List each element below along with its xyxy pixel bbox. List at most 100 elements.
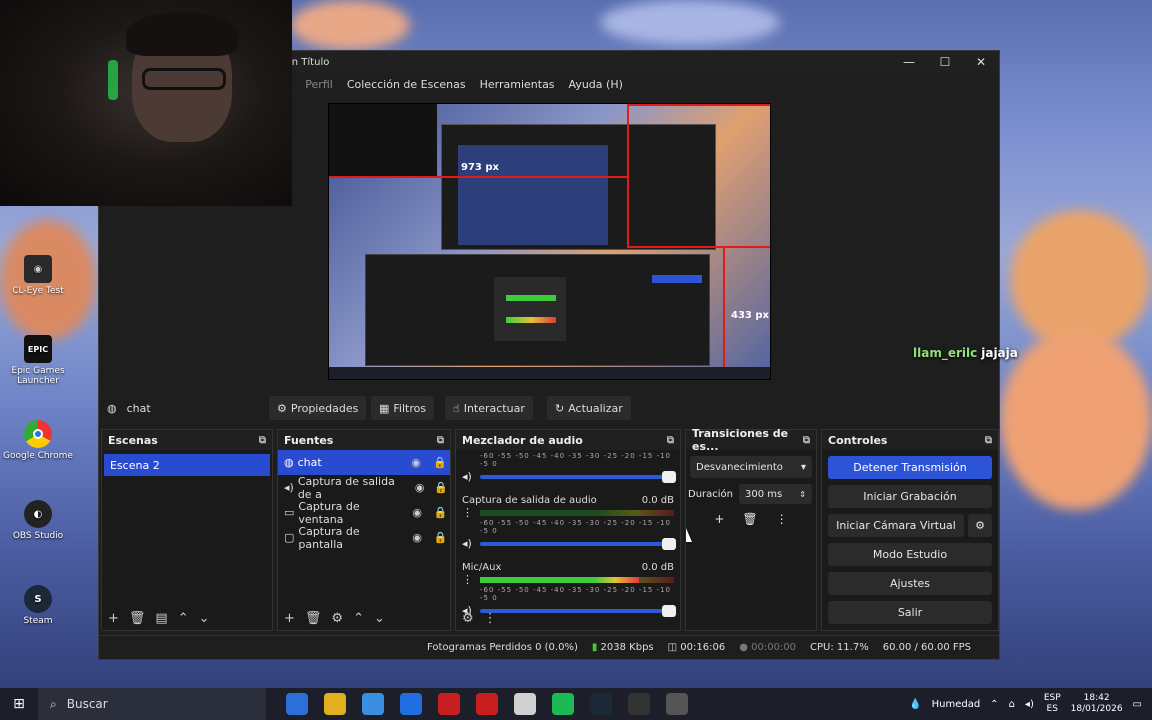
kebab-icon[interactable]: ⋮ <box>462 506 476 519</box>
taskbar-app-icon[interactable] <box>476 693 498 715</box>
lock-icon[interactable]: 🔒 <box>431 531 450 544</box>
measure-line-vertical <box>723 248 725 379</box>
source-label: Captura de salida de a <box>297 474 395 501</box>
chevron-up-icon[interactable]: ⌃ <box>990 699 998 710</box>
transition-select[interactable]: Desvanecimiento ▾ <box>690 456 812 478</box>
taskbar-app-icon[interactable] <box>362 693 384 715</box>
trash-icon[interactable]: 🗑 <box>742 512 757 526</box>
windows-start-icon[interactable]: ⊞ <box>0 696 38 712</box>
up-icon[interactable]: ⌃ <box>353 611 364 626</box>
undock-icon[interactable]: ⧉ <box>803 435 810 446</box>
desktop-icon-steam[interactable]: S Steam <box>3 585 73 626</box>
taskbar-app-icon[interactable] <box>590 693 612 715</box>
source-item-display-capture[interactable]: ▢ Captura de pantalla ◉ 🔒 <box>278 525 450 551</box>
volume-icon[interactable]: ◂) <box>1025 699 1034 710</box>
undock-icon[interactable]: ⧉ <box>667 435 674 446</box>
undock-icon[interactable]: ⧉ <box>259 435 266 446</box>
lock-icon[interactable]: 🔒 <box>430 456 450 469</box>
eye-icon[interactable]: ◉ <box>411 481 429 494</box>
minimize-icon[interactable]: — <box>891 55 927 69</box>
speaker-icon[interactable]: ◂) <box>462 470 472 483</box>
menu-item-profile[interactable]: Perfil <box>305 78 333 91</box>
eye-icon[interactable]: ◉ <box>406 456 426 469</box>
add-icon[interactable]: + <box>108 611 119 626</box>
rec-time-value: 00:00:00 <box>751 642 797 653</box>
trash-icon[interactable]: 🗑 <box>305 611 322 626</box>
weather-icon: 💧 <box>909 698 922 710</box>
lang-top: ESP <box>1043 693 1061 703</box>
taskbar-app-icon[interactable] <box>666 693 688 715</box>
menu-item-scene-collection[interactable]: Colección de Escenas <box>347 78 466 91</box>
taskbar-app-icon[interactable] <box>552 693 574 715</box>
preview-canvas[interactable]: 973 px 433 px <box>328 103 771 380</box>
menu-item-help[interactable]: Ayuda (H) <box>569 78 623 91</box>
add-icon[interactable]: + <box>284 611 295 626</box>
undock-icon[interactable]: ⧉ <box>437 435 444 446</box>
stream-time-value: 00:16:06 <box>680 642 726 653</box>
refresh-label: Actualizar <box>568 401 623 415</box>
desktop-icon-obs[interactable]: ◐ OBS Studio <box>3 500 73 541</box>
gear-icon[interactable]: ⚙ <box>968 514 992 537</box>
taskbar-app-icon[interactable] <box>324 693 346 715</box>
gear-icon[interactable]: ⚙ <box>462 611 474 626</box>
close-icon[interactable]: ✕ <box>963 55 999 69</box>
notification-icon[interactable]: ▭ <box>1133 699 1142 710</box>
kebab-icon[interactable]: ⋮ <box>484 611 497 626</box>
gear-icon[interactable]: ⚙ <box>331 611 343 626</box>
kebab-icon[interactable]: ⋮ <box>776 512 788 526</box>
duration-input[interactable]: 300 ms ⇕ <box>739 484 812 504</box>
taskbar-app-icon[interactable] <box>438 693 460 715</box>
desktop-icon-cl-eye[interactable]: ◉ CL-Eye Test <box>3 255 73 296</box>
taskbar-app-icon[interactable] <box>286 693 308 715</box>
source-item-audio-output[interactable]: ◂) Captura de salida de a ◉ 🔒 <box>278 474 450 501</box>
taskbar-app-icon[interactable] <box>514 693 536 715</box>
language-indicator[interactable]: ESP ES <box>1044 693 1061 715</box>
add-icon[interactable]: + <box>714 512 724 526</box>
down-icon[interactable]: ⌄ <box>199 611 210 626</box>
sources-footer: + 🗑 ⚙ ⌃ ⌄ <box>278 611 385 626</box>
refresh-button[interactable]: ↻ Actualizar <box>547 396 631 420</box>
kebab-icon[interactable]: ⋮ <box>462 573 476 586</box>
properties-button[interactable]: ⚙ Propiedades <box>269 396 367 420</box>
taskbar-search[interactable]: ⌕ Buscar <box>38 688 266 720</box>
nested-webcam <box>329 104 437 176</box>
settings-button[interactable]: Ajustes <box>828 572 992 595</box>
eye-icon[interactable]: ◉ <box>408 506 427 519</box>
desktop-icon-chrome[interactable]: Google Chrome <box>3 420 73 461</box>
volume-slider[interactable]: ◂) <box>462 537 676 550</box>
source-item-window-capture[interactable]: ▭ Captura de ventana ◉ 🔒 <box>278 500 450 526</box>
desktop-icon-epic[interactable]: EPIC Epic Games Launcher <box>3 335 73 386</box>
transition-actions: + 🗑 ⋮ <box>686 512 816 526</box>
source-item-chat[interactable]: ◍ chat ◉ 🔒 <box>278 450 450 475</box>
chrome-icon <box>24 420 52 448</box>
menu-item-tools[interactable]: Herramientas <box>480 78 555 91</box>
transitions-title: Transiciones de es... <box>692 427 789 453</box>
exit-button[interactable]: Salir <box>828 601 992 624</box>
up-icon[interactable]: ⌃ <box>178 611 189 626</box>
undock-icon[interactable]: ⧉ <box>985 435 992 446</box>
stop-streaming-button[interactable]: Detener Transmisión <box>828 456 992 479</box>
scene-item[interactable]: Escena 2 <box>104 454 270 476</box>
interact-button[interactable]: ☝ Interactuar <box>445 396 533 420</box>
filter-icon[interactable]: ▤ <box>155 611 167 626</box>
stepper-icon[interactable]: ⇕ <box>799 490 806 499</box>
volume-slider[interactable]: ◂) <box>462 470 676 483</box>
taskbar-app-icon[interactable] <box>400 693 422 715</box>
filter-icon: ▦ <box>379 401 390 415</box>
taskbar-app-icon[interactable] <box>628 693 650 715</box>
start-recording-button[interactable]: Iniciar Grabación <box>828 485 992 508</box>
clock[interactable]: 18:42 18/01/2026 <box>1071 693 1123 715</box>
lock-icon[interactable]: 🔒 <box>432 481 450 494</box>
filters-button[interactable]: ▦ Filtros <box>371 396 435 420</box>
start-virtual-camera-button[interactable]: Iniciar Cámara Virtual <box>828 514 964 537</box>
studio-mode-button[interactable]: Modo Estudio <box>828 543 992 566</box>
network-icon[interactable]: ⌂ <box>1009 699 1015 710</box>
trash-icon[interactable]: 🗑 <box>129 611 146 626</box>
lock-icon[interactable]: 🔒 <box>431 506 450 519</box>
eye-icon[interactable]: ◉ <box>408 531 427 544</box>
transitions-header: Transiciones de es... ⧉ <box>686 427 816 453</box>
down-icon[interactable]: ⌄ <box>374 611 385 626</box>
maximize-icon[interactable]: ☐ <box>927 55 963 69</box>
chat-username: llam_erilc <box>913 346 978 360</box>
speaker-icon[interactable]: ◂) <box>462 537 472 550</box>
